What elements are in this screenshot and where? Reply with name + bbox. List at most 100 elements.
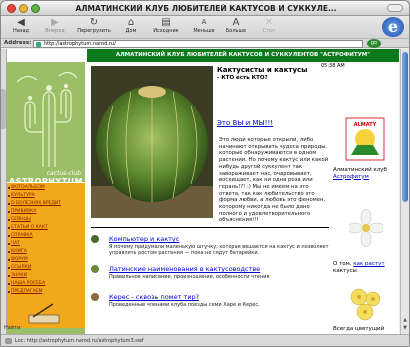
- article-thumbnail-icon: [91, 293, 99, 301]
- badge-text: ALMATY: [354, 122, 377, 128]
- main-heading-block: Кактусисты и кактусы - КТО есть КТО?: [217, 66, 308, 82]
- site-header: АЛМАТИНСКИЙ КЛУБ ЛЮБИТЕЛЕЙ КАКТУСОВ И СУ…: [87, 49, 399, 62]
- source-icon: ▤: [161, 17, 171, 28]
- back-button[interactable]: ◀ Назад: [3, 17, 39, 37]
- growth-prefix: О том,: [333, 261, 352, 267]
- menu-bullet-icon: [8, 187, 10, 189]
- title-bar[interactable]: АЛМАТИНСКИЙ КЛУБ ЛЮБИТЕЛЕЙ КАКТУСОВ И СУ…: [1, 1, 409, 16]
- club-link[interactable]: Астрофитум: [333, 174, 369, 180]
- right-column: ALMATY Алматинский клуб Астрофитум О том…: [333, 71, 399, 334]
- menu-bullet-icon: [8, 211, 10, 213]
- reload-icon: ↻: [89, 17, 99, 28]
- home-label: Дом: [125, 28, 137, 34]
- back-arrow-icon: ◀: [17, 17, 25, 28]
- bigger-button[interactable]: A Больше: [218, 17, 254, 37]
- menu-bullet-icon: [8, 227, 10, 229]
- club-label: Алматинский клуб: [333, 167, 387, 173]
- menu-item[interactable]: ЧАТ: [11, 241, 20, 246]
- home-button[interactable]: ⌂ Дом: [113, 17, 149, 37]
- menu-item[interactable]: КУЛЬТУРА: [11, 193, 35, 198]
- smaller-label: Меньше: [193, 28, 215, 34]
- main-subtitle: - КТО есть КТО?: [217, 75, 268, 81]
- how-they-grow-link[interactable]: как растут: [353, 261, 384, 267]
- menu-bullet-icon: [8, 283, 10, 285]
- brand-subtitle: cactus-club: [46, 170, 81, 177]
- menu-bullet-icon: [8, 219, 10, 221]
- yellow-flowers-icon: [350, 288, 381, 321]
- article-title-link[interactable]: Компьютер и кактус: [109, 235, 179, 243]
- back-label: Назад: [12, 28, 29, 34]
- menu-bullet-icon: [8, 203, 10, 205]
- bigger-text-icon: A: [232, 17, 240, 28]
- zoom-button[interactable]: [31, 4, 40, 13]
- go-button[interactable]: go: [367, 39, 381, 48]
- menu-item[interactable]: СЕЯНЦЫ: [11, 217, 31, 222]
- toolbar-toggle-button[interactable]: [387, 4, 403, 12]
- minimize-button[interactable]: [19, 4, 28, 13]
- this-is-us-link[interactable]: Это ВЫ и МЫ!!!: [217, 119, 273, 127]
- main-title: Кактусисты и кактусы: [217, 66, 308, 74]
- left-column: cactus-club ASTROPHYTUM ФОТОАЛЬБОМ КУЛЬТ…: [7, 49, 85, 334]
- article-title-link[interactable]: Керес - сквозь помет тир?: [109, 293, 199, 301]
- menu-bullet-icon: [8, 291, 10, 293]
- menu-item[interactable]: СТАТЬИ О КАКТ: [11, 225, 48, 230]
- favicon-icon: [36, 42, 41, 47]
- menu-bullet-icon: [8, 259, 10, 261]
- scroll-down-icon[interactable]: ▼: [402, 325, 408, 331]
- menu-bullet-icon: [8, 267, 10, 269]
- menu-item[interactable]: НАША РОСЕБА: [11, 281, 45, 286]
- intro-paragraph: Это люди которые открыли, либо начинают …: [219, 137, 329, 224]
- article-thumbnail-icon: [91, 235, 99, 243]
- article-title-link[interactable]: Латинские наименования в кактусоводстве: [109, 265, 260, 273]
- article-thumbnail-icon: [91, 265, 99, 273]
- reload-label: Перегрузить: [77, 28, 111, 34]
- menu-item[interactable]: СПРАВКА: [11, 233, 33, 238]
- article-description: Я почему придумали маленькую штучку, кот…: [109, 244, 329, 256]
- close-button[interactable]: [7, 4, 16, 13]
- scroll-up-icon[interactable]: ▲: [402, 317, 408, 323]
- bigger-label: Больше: [225, 28, 247, 34]
- menu-item[interactable]: О БОЛЕЗНЯХ ВРЕДИТ: [11, 201, 61, 206]
- forward-label: Вперед: [45, 28, 65, 34]
- menu-item[interactable]: ФОРУМ: [11, 257, 28, 262]
- stop-icon: ✕: [264, 17, 274, 28]
- find-label: Найти:: [4, 325, 22, 331]
- browser-logo-icon: e: [382, 17, 404, 37]
- pen-ink-icon: [28, 303, 60, 324]
- vertical-scrollbar[interactable]: ▲ ▼: [400, 49, 409, 334]
- page-viewport: cactus-club ASTROPHYTUM ФОТОАЛЬБОМ КУЛЬТ…: [7, 49, 399, 334]
- status-bar: Loc: http://astrophytum.narod.ru/astroph…: [1, 334, 409, 346]
- site-logo[interactable]: cactus-club ASTROPHYTUM: [7, 62, 85, 186]
- toolbar: ◀ Назад ▶ Вперед ↻ Перегрузить ⌂ Дом ▤ И…: [1, 16, 409, 38]
- menu-item[interactable]: ПРИВИВКА: [11, 209, 36, 214]
- stop-button[interactable]: ✕ Стоп: [251, 17, 287, 37]
- cactus-photo: [91, 66, 213, 218]
- menu-item[interactable]: ПРЕДЛАГАЕМ: [11, 289, 42, 294]
- white-flower-icon: [349, 209, 383, 247]
- address-bar: Address: http://astrophytum.narod.ru/ go: [1, 38, 409, 48]
- menu-bullet-icon: [8, 195, 10, 197]
- forward-button[interactable]: ▶ Вперед: [37, 17, 73, 37]
- source-button[interactable]: ▤ Исходник: [146, 17, 186, 37]
- window-title: АЛМАТИНСКИЙ КЛУБ ЛЮБИТЕЛЕЙ КАКТУСОВ И СУ…: [75, 4, 337, 13]
- site-menu: ФОТОАЛЬБОМ КУЛЬТУРА О БОЛЕЗНЯХ ВРЕДИТ ПР…: [7, 183, 85, 328]
- smaller-button[interactable]: A Меньше: [186, 17, 222, 37]
- browser-window: АЛМАТИНСКИЙ КЛУБ ЛЮБИТЕЛЕЙ КАКТУСОВ И СУ…: [0, 0, 410, 347]
- almaty-badge-icon[interactable]: ALMATY: [345, 117, 385, 161]
- growth-note: О том, как растут кактусы: [333, 261, 399, 274]
- home-icon: ⌂: [127, 17, 135, 28]
- url-field[interactable]: http://astrophytum.narod.ru/: [33, 40, 363, 48]
- golden-barrel-cactus-image: [91, 66, 213, 218]
- growth-suffix: кактусы: [333, 267, 357, 274]
- menu-item[interactable]: ЗНАКИ: [11, 273, 27, 278]
- security-lock-icon: [5, 338, 12, 344]
- menu-item[interactable]: ССЫЛКИ: [11, 265, 31, 270]
- address-label: Address:: [4, 40, 32, 46]
- always-blooming-text: Всегда цветущий: [333, 326, 385, 332]
- scroll-thumb[interactable]: [402, 52, 408, 202]
- reload-button[interactable]: ↻ Перегрузить: [73, 17, 115, 37]
- divider: [91, 227, 329, 228]
- menu-item[interactable]: КНИГА: [11, 249, 27, 254]
- menu-item[interactable]: ФОТОАЛЬБОМ: [11, 185, 45, 190]
- menu-bullet-icon: [8, 235, 10, 237]
